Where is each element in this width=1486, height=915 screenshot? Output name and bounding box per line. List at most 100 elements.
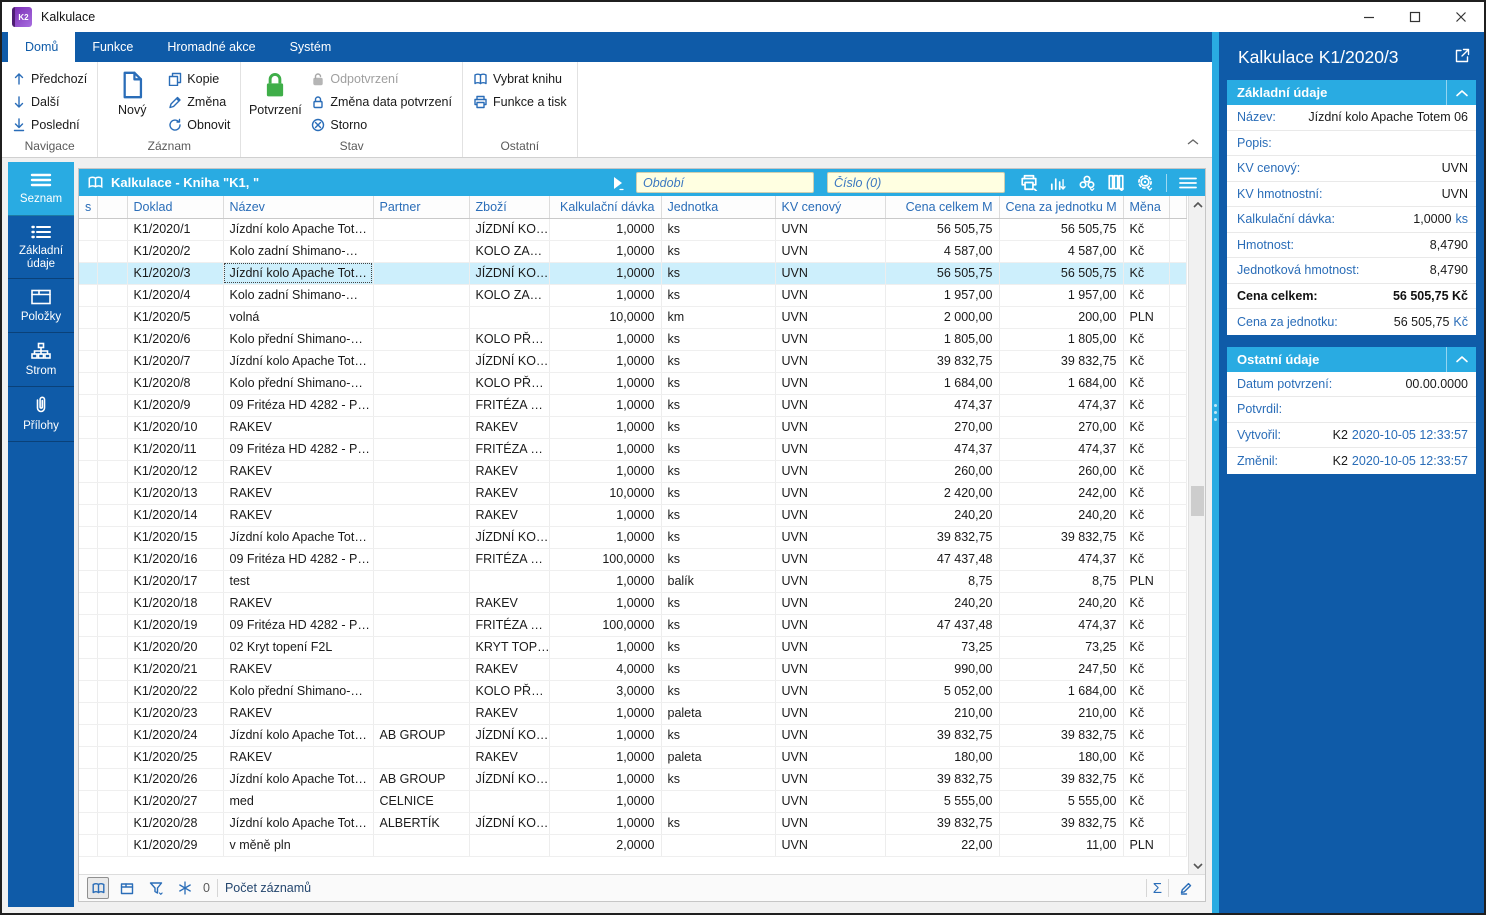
maximize-button[interactable] <box>1392 2 1438 32</box>
table-row[interactable]: K1/2020/6Kolo přední Shimano-…KOLO PŘ…1,… <box>79 328 1187 350</box>
sidebar-item-zakladni-udaje[interactable]: Základní údaje <box>8 216 74 279</box>
section-header[interactable]: Základní údaje <box>1227 80 1476 105</box>
table-row[interactable]: K1/2020/1909 Fritéza HD 4282 - P…FRITÉZA… <box>79 614 1187 636</box>
column-header[interactable]: Cena celkem M <box>885 196 999 218</box>
next-button[interactable]: Další <box>8 90 91 113</box>
panel-splitter[interactable] <box>1212 32 1219 913</box>
column-header[interactable]: Měna <box>1123 196 1169 218</box>
sum-icon[interactable]: Σ <box>1153 880 1162 897</box>
collapse-ribbon-button[interactable] <box>1186 133 1200 151</box>
table-row[interactable]: K1/2020/14RAKEVRAKEV1,0000ksUVN240,20240… <box>79 504 1187 526</box>
table-row[interactable]: K1/2020/5volná10,0000kmUVN2 000,00200,00… <box>79 306 1187 328</box>
table-row[interactable]: K1/2020/22Kolo přední Shimano-…KOLO PŘ…3… <box>79 680 1187 702</box>
tab-system[interactable]: Systém <box>273 32 349 62</box>
table-row[interactable]: K1/2020/27medCELNICE1,0000UVN5 555,005 5… <box>79 790 1187 812</box>
table-row[interactable]: K1/2020/7Jízdní kolo Apache Tot…JÍZDNÍ K… <box>79 350 1187 372</box>
sidebar-item-polozky[interactable]: Položky <box>8 279 74 333</box>
cancel-button[interactable]: Storno <box>307 113 456 136</box>
table-row[interactable]: K1/2020/13RAKEVRAKEV10,0000ksUVN2 420,00… <box>79 482 1187 504</box>
functions-print-button[interactable]: Funkce a tisk <box>469 90 571 113</box>
table-row[interactable]: K1/2020/1Jízdní kolo Apache Tot…JÍZDNÍ K… <box>79 218 1187 240</box>
table-row[interactable]: K1/2020/4Kolo zadní Shimano-…KOLO ZA…1,0… <box>79 284 1187 306</box>
table-cell <box>97 658 127 680</box>
menu-button[interactable] <box>1177 172 1199 194</box>
column-header[interactable]: Kalkulační dávka <box>549 196 661 218</box>
sidebar-item-strom[interactable]: Strom <box>8 333 74 387</box>
field-label: Název: <box>1237 110 1276 124</box>
play-button[interactable] <box>607 172 629 194</box>
column-header[interactable]: Partner <box>373 196 469 218</box>
column-header[interactable]: s <box>79 196 97 218</box>
columns-button[interactable] <box>1105 172 1127 194</box>
scrollbar-thumb[interactable] <box>1191 486 1204 516</box>
refresh-button[interactable]: Obnovit <box>164 113 234 136</box>
column-header[interactable]: Název <box>223 196 373 218</box>
sidebar-item-prilohy[interactable]: Přílohy <box>8 387 74 441</box>
vertical-scrollbar[interactable] <box>1188 196 1205 874</box>
analysis-button[interactable] <box>1076 172 1098 194</box>
tab-domu[interactable]: Domů <box>8 32 75 62</box>
table-row[interactable]: K1/2020/28Jízdní kolo Apache Tot…ALBERTÍ… <box>79 812 1187 834</box>
column-header[interactable]: Doklad <box>127 196 223 218</box>
table-row[interactable]: K1/2020/24Jízdní kolo Apache Tot…AB GROU… <box>79 724 1187 746</box>
table-cell: JÍZDNÍ KO… <box>469 218 549 240</box>
table-row[interactable]: K1/2020/18RAKEVRAKEV1,0000ksUVN240,20240… <box>79 592 1187 614</box>
book-view-button[interactable] <box>87 877 109 899</box>
minimize-button[interactable] <box>1346 2 1392 32</box>
column-header[interactable]: Cena za jednotku M <box>999 196 1123 218</box>
filter-button[interactable] <box>145 877 167 899</box>
table-cell: 1,0000 <box>549 394 661 416</box>
scroll-up-button[interactable] <box>1189 196 1205 213</box>
table-cell <box>373 636 469 658</box>
edit-note-icon[interactable] <box>1175 877 1197 899</box>
column-header[interactable] <box>97 196 127 218</box>
table-row[interactable]: K1/2020/909 Fritéza HD 4282 - P…FRITÉZA … <box>79 394 1187 416</box>
confirm-button[interactable]: Potvrzení <box>247 67 303 137</box>
change-confirm-date-button[interactable]: Změna data potvrzení <box>307 90 456 113</box>
container-view-button[interactable] <box>116 877 138 899</box>
select-book-button[interactable]: Vybrat knihu <box>469 67 571 90</box>
edit-button[interactable]: Změna <box>164 90 234 113</box>
table-row[interactable]: K1/2020/1109 Fritéza HD 4282 - P…FRITÉZA… <box>79 438 1187 460</box>
previous-button[interactable]: Předchozí <box>8 67 91 90</box>
number-filter-input[interactable] <box>828 176 1003 190</box>
table-row[interactable]: K1/2020/8Kolo přední Shimano-…KOLO PŘ…1,… <box>79 372 1187 394</box>
collapse-section-button[interactable] <box>1446 347 1476 372</box>
column-header[interactable]: KV cenový <box>775 196 885 218</box>
table-row[interactable]: K1/2020/26Jízdní kolo Apache Tot…AB GROU… <box>79 768 1187 790</box>
table-row[interactable]: K1/2020/15Jízdní kolo Apache Tot…JÍZDNÍ … <box>79 526 1187 548</box>
new-button[interactable]: Nový <box>104 67 160 137</box>
column-header[interactable]: Jednotka <box>661 196 775 218</box>
freeze-button[interactable] <box>174 877 196 899</box>
table-header-row[interactable]: s DokladNázevPartnerZbožíKalkulační dávka… <box>79 196 1187 218</box>
tab-hromadne-akce[interactable]: Hromadné akce <box>150 32 272 62</box>
close-button[interactable] <box>1438 2 1484 32</box>
table-row[interactable]: K1/2020/23RAKEVRAKEV1,0000paletaUVN210,0… <box>79 702 1187 724</box>
print-button[interactable] <box>1018 172 1040 194</box>
table-cell: paleta <box>661 702 775 724</box>
table-row[interactable]: K1/2020/21RAKEVRAKEV4,0000ksUVN990,00247… <box>79 658 1187 680</box>
table-row[interactable]: K1/2020/3Jízdní kolo Apache Tot…JÍZDNÍ K… <box>79 262 1187 284</box>
column-header[interactable]: Zboží <box>469 196 549 218</box>
period-filter-input[interactable] <box>637 176 812 190</box>
scroll-down-button[interactable] <box>1189 857 1205 874</box>
collapse-section-button[interactable] <box>1446 80 1476 105</box>
table-row[interactable]: K1/2020/29v měně pln2,0000UVN22,0011,00P… <box>79 834 1187 856</box>
table-row[interactable]: K1/2020/12RAKEVRAKEV1,0000ksUVN260,00260… <box>79 460 1187 482</box>
chart-button[interactable] <box>1047 172 1069 194</box>
table-cell <box>79 350 97 372</box>
table-row[interactable]: K1/2020/2002 Kryt topení F2LKRYT TOP…1,0… <box>79 636 1187 658</box>
copy-button[interactable]: Kopie <box>164 67 234 90</box>
table-row[interactable]: K1/2020/1609 Fritéza HD 4282 - P…FRITÉZA… <box>79 548 1187 570</box>
table-row[interactable]: K1/2020/25RAKEVRAKEV1,0000paletaUVN180,0… <box>79 746 1187 768</box>
last-button[interactable]: Poslední <box>8 113 91 136</box>
section-header[interactable]: Ostatní údaje <box>1227 347 1476 372</box>
table-row[interactable]: K1/2020/10RAKEVRAKEV1,0000ksUVN270,00270… <box>79 416 1187 438</box>
table-row[interactable]: K1/2020/17test1,0000balíkUVN8,758,75PLN <box>79 570 1187 592</box>
open-in-window-button[interactable] <box>1454 47 1471 69</box>
table-row[interactable]: K1/2020/2Kolo zadní Shimano-…KOLO ZA…1,0… <box>79 240 1187 262</box>
sidebar-item-seznam[interactable]: Seznam <box>8 162 74 216</box>
tab-funkce[interactable]: Funkce <box>75 32 150 62</box>
settings-button[interactable] <box>1134 172 1156 194</box>
unconfirm-button[interactable]: Odpotvrzení <box>307 67 456 90</box>
